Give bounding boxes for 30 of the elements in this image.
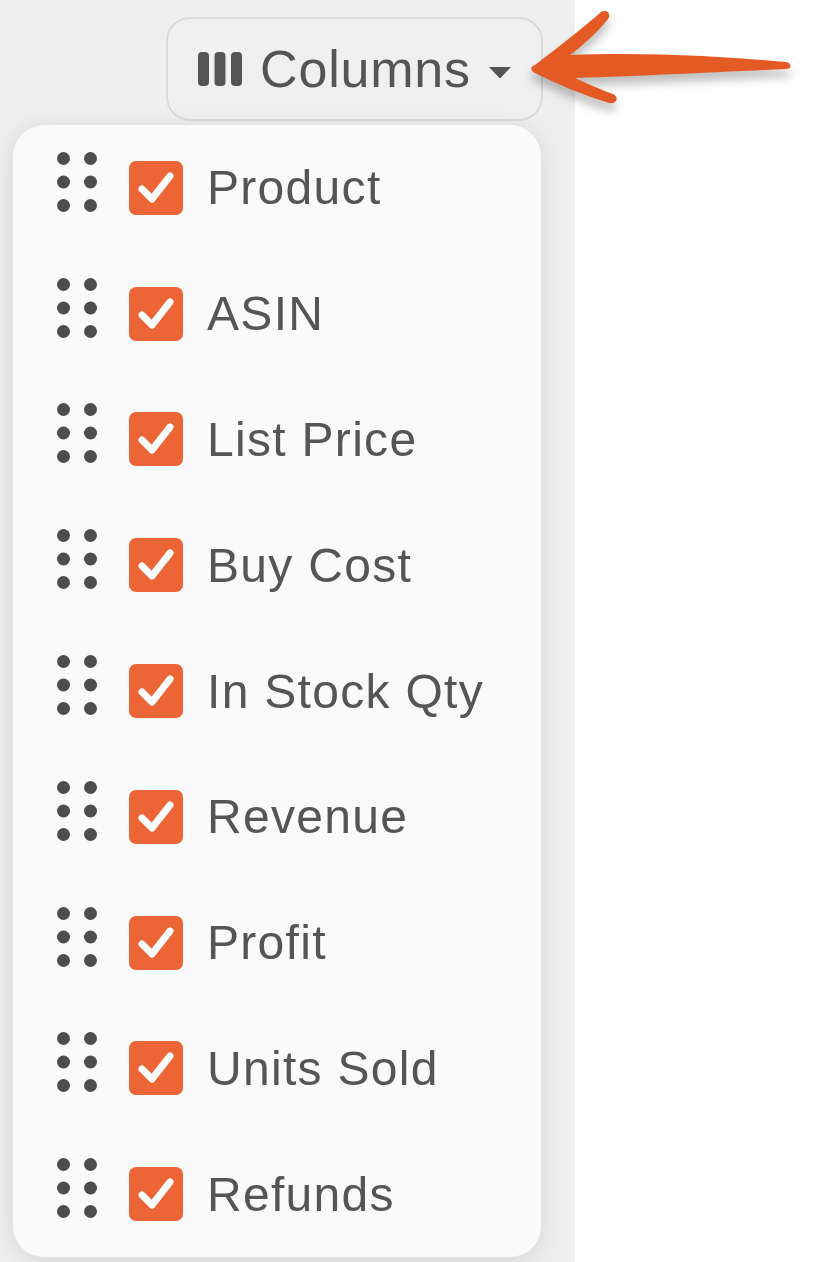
drag-handle-icon[interactable] xyxy=(57,151,97,212)
columns-button[interactable]: Columns xyxy=(166,17,543,121)
column-option-label[interactable]: Profit xyxy=(207,915,327,971)
drag-handle-icon[interactable] xyxy=(57,277,97,338)
checkbox[interactable] xyxy=(129,286,183,341)
column-option-label[interactable]: Refunds xyxy=(207,1166,395,1222)
column-option-label[interactable]: ASIN xyxy=(207,286,325,342)
drag-handle-icon[interactable] xyxy=(57,655,97,715)
checkbox[interactable] xyxy=(129,1041,183,1096)
drag-handle-icon[interactable] xyxy=(57,529,97,590)
column-option-label[interactable]: In Stock Qty xyxy=(207,663,485,719)
checkbox[interactable] xyxy=(129,412,183,467)
column-option-label[interactable]: List Price xyxy=(207,411,418,467)
caret-icon xyxy=(488,66,511,78)
checkbox[interactable] xyxy=(129,789,183,844)
checkbox[interactable] xyxy=(129,160,183,215)
checkbox[interactable] xyxy=(129,1167,183,1222)
checkbox[interactable] xyxy=(129,538,183,593)
column-option-label[interactable]: Revenue xyxy=(207,789,409,845)
drag-handle-icon[interactable] xyxy=(57,403,97,464)
checkbox[interactable] xyxy=(129,915,183,970)
drag-handle-icon[interactable] xyxy=(57,1158,97,1219)
column-option-label[interactable]: Buy Cost xyxy=(207,537,413,593)
drag-handle-icon[interactable] xyxy=(57,906,97,967)
column-option-label[interactable]: Product xyxy=(207,160,382,216)
drag-handle-icon[interactable] xyxy=(57,780,97,841)
column-option-label[interactable]: Units Sold xyxy=(207,1040,439,1096)
columns-icon xyxy=(198,52,243,86)
drag-handle-icon[interactable] xyxy=(57,1032,97,1093)
checkbox[interactable] xyxy=(129,664,183,718)
